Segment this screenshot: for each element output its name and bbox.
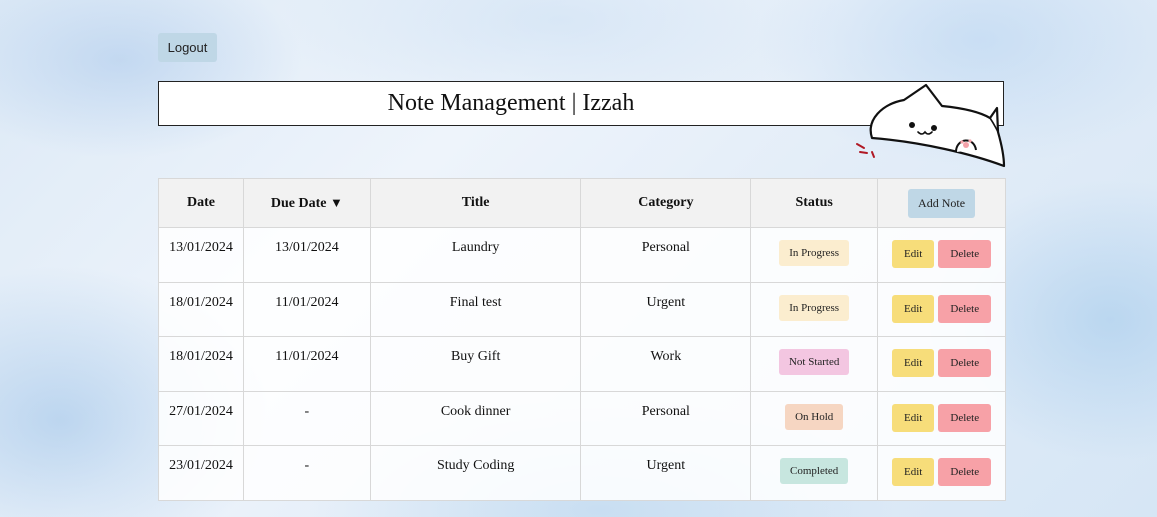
column-header-actions: Add Note (877, 178, 1006, 228)
column-header-due-date[interactable]: Due Date ▼ (242, 178, 371, 228)
cell-status: In Progress (750, 227, 879, 283)
delete-button[interactable]: Delete (938, 240, 992, 268)
cell-date: 23/01/2024 (158, 445, 244, 501)
cell-due-date: 13/01/2024 (242, 227, 371, 283)
cell-title: Final test (369, 281, 582, 337)
cell-actions: Edit Delete (877, 390, 1006, 446)
cell-status: Not Started (750, 336, 879, 392)
cell-title: Laundry (369, 227, 582, 283)
column-header-date: Date (158, 178, 244, 228)
sort-descending-icon: ▼ (330, 194, 343, 210)
status-badge: In Progress (779, 294, 850, 321)
add-note-button[interactable]: Add Note (908, 188, 976, 218)
status-badge: Completed (780, 458, 849, 484)
cell-category: Personal (580, 390, 752, 446)
delete-button[interactable]: Delete (938, 349, 992, 377)
cell-category: Work (580, 336, 752, 392)
cell-date: 18/01/2024 (158, 281, 244, 337)
delete-button[interactable]: Delete (938, 403, 992, 432)
table-row: 23/01/2024 - Study Coding Urgent Complet… (158, 445, 1006, 501)
page-title: Note Management | Izzah (387, 90, 635, 116)
edit-button[interactable]: Edit (892, 458, 935, 486)
cell-actions: Edit Delete (877, 281, 1006, 337)
edit-button[interactable]: Edit (892, 294, 935, 323)
logout-button[interactable]: Logout (158, 33, 217, 62)
cell-due-date: - (242, 390, 371, 446)
column-header-status: Status (750, 178, 879, 228)
table-row: 18/01/2024 11/01/2024 Buy Gift Work Not … (158, 336, 1006, 392)
cell-category: Urgent (580, 281, 752, 337)
edit-button[interactable]: Edit (892, 349, 935, 377)
column-header-title: Title (369, 178, 582, 228)
cell-actions: Edit Delete (877, 227, 1006, 283)
cell-actions: Edit Delete (877, 336, 1006, 392)
status-badge: In Progress (779, 240, 850, 266)
due-date-label: Due Date (270, 195, 327, 211)
cell-due-date: 11/01/2024 (242, 336, 371, 392)
cell-category: Urgent (580, 445, 752, 501)
cell-status: On Hold (750, 390, 879, 446)
cell-category: Personal (580, 227, 752, 283)
cell-actions: Edit Delete (877, 445, 1006, 501)
column-header-category: Category (580, 178, 752, 228)
cell-due-date: 11/01/2024 (242, 281, 371, 337)
cell-date: 27/01/2024 (158, 390, 244, 446)
cell-title: Cook dinner (369, 390, 582, 446)
table-row: 27/01/2024 - Cook dinner Personal On Hol… (158, 390, 1006, 446)
notes-table: Date Due Date ▼ Title Category Status Ad… (158, 178, 1006, 501)
table-row: 13/01/2024 13/01/2024 Laundry Personal I… (158, 227, 1006, 283)
cell-title: Study Coding (369, 445, 582, 501)
edit-button[interactable]: Edit (892, 240, 935, 268)
table-row: 18/01/2024 11/01/2024 Final test Urgent … (158, 281, 1006, 337)
status-badge: Not Started (778, 349, 850, 375)
status-badge: On Hold (785, 403, 844, 430)
cell-date: 13/01/2024 (158, 227, 244, 283)
cell-status: Completed (750, 445, 879, 501)
cell-title: Buy Gift (369, 336, 582, 392)
cat-mascot-icon (856, 83, 1006, 168)
cell-due-date: - (242, 445, 371, 501)
cell-status: In Progress (750, 281, 879, 337)
delete-button[interactable]: Delete (938, 294, 992, 323)
delete-button[interactable]: Delete (938, 458, 992, 486)
table-header-row: Date Due Date ▼ Title Category Status Ad… (158, 178, 1006, 228)
edit-button[interactable]: Edit (892, 403, 935, 432)
cell-date: 18/01/2024 (158, 336, 244, 392)
